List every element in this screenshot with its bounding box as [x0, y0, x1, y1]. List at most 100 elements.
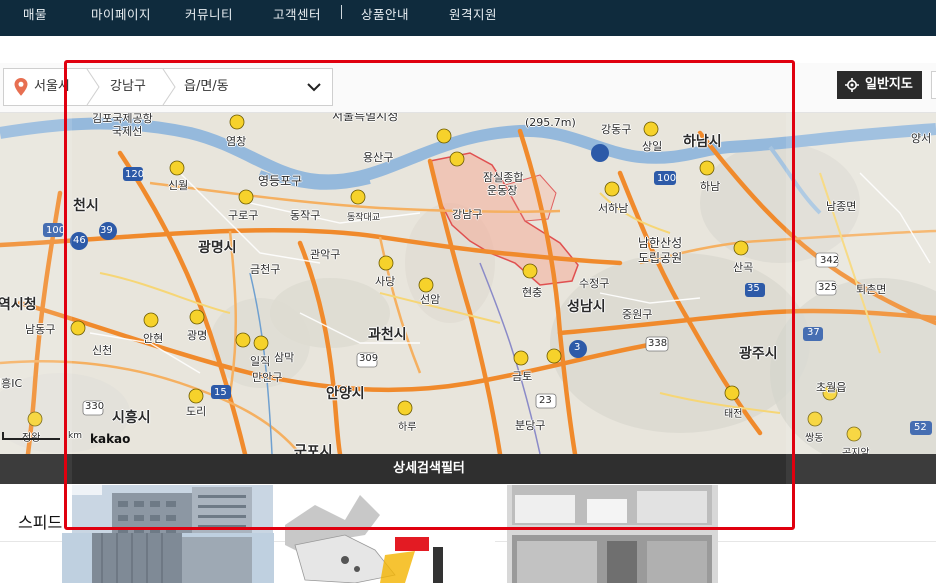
map-label: (295.7m) [525, 116, 576, 129]
map-label: 강남구 [452, 208, 483, 221]
map-label: 39 [100, 225, 113, 236]
map-label: 동작구 [290, 209, 321, 222]
map-label: 산곡 [733, 261, 754, 274]
map-label: 천시 [73, 198, 99, 214]
map-label: 남종면 [826, 200, 857, 213]
crumb-neighborhood[interactable]: 읍/면/동 [184, 69, 229, 105]
map-label: 시흥IC [0, 377, 23, 390]
map-label: 신천 [92, 344, 113, 357]
crumb-district[interactable]: 강남구 [110, 69, 146, 105]
site-map-image [285, 485, 495, 583]
map-label: 중원구 [622, 308, 653, 321]
map-label: 태전 [724, 409, 743, 420]
map-label: 서하남 [598, 202, 629, 215]
chevron-right-icon [162, 69, 176, 105]
page: { "topnav": { "items": ["매물", "마이페이지", "… [0, 0, 936, 583]
map-label: 용산구 [363, 151, 394, 164]
map-scale-label: km [68, 431, 82, 441]
map-label: 곤지암 [842, 448, 870, 454]
map-label: 100 [46, 225, 66, 236]
nav-item-listings[interactable]: 매물 [23, 4, 47, 23]
building-image [62, 533, 274, 583]
map-view[interactable]: 김포국제공항 국제선 서울특별시청 (295.7m) 강동구 하남시 양서 염창… [0, 113, 936, 454]
chevron-down-icon[interactable] [306, 80, 322, 94]
map-label: 역시청 [0, 297, 37, 313]
map-label: 37 [807, 327, 820, 338]
map-label: 도립공원 [638, 251, 683, 265]
map-label: 과천시 [368, 327, 407, 343]
map-label: 시흥시 [112, 410, 151, 426]
map-label: 광명시 [198, 240, 237, 256]
map-label: 하루 [398, 422, 417, 433]
region-filter-bar: 서울시 강남구 읍/면/동 일반지도 [0, 63, 936, 113]
map-canvas [0, 113, 936, 454]
nav-item-products[interactable]: 상품안내 [361, 4, 409, 23]
map-label: 서울특별시청 [332, 113, 399, 123]
map-label: 관악구 [310, 248, 341, 261]
chevron-right-icon [86, 69, 100, 105]
map-label: 23 [539, 395, 552, 406]
map-label: 광명 [187, 329, 208, 342]
secondary-map-button[interactable] [931, 71, 936, 99]
map-label: 3 [574, 342, 581, 353]
map-label: 도리 [186, 405, 207, 418]
crumb-city[interactable]: 서울시 [34, 69, 70, 105]
map-label: 염창 [226, 135, 247, 148]
map-label: 수정구 [579, 277, 610, 290]
map-label: 분당구 [515, 419, 546, 432]
speed-section-title: 스피드 [18, 513, 63, 532]
nav-divider [341, 5, 342, 19]
listing-thumbnail[interactable] [507, 485, 718, 583]
map-label: 안양시 [326, 386, 365, 402]
map-label: 15 [214, 387, 227, 398]
map-label: 330 [85, 401, 105, 412]
map-label: 120 [125, 169, 145, 180]
nav-item-remote-support[interactable]: 원격지원 [449, 4, 497, 23]
map-label: 100 [657, 173, 677, 184]
map-label: 하남 [700, 180, 721, 193]
map-label: 초월읍 [816, 381, 847, 394]
map-label: 군포시 [294, 444, 333, 454]
map-type-button[interactable]: 일반지도 [837, 71, 922, 99]
map-label: 선암 [420, 293, 441, 306]
map-label: 46 [73, 235, 86, 246]
map-label: 신월 [168, 179, 189, 192]
map-label: 325 [818, 282, 838, 293]
location-pin-icon [14, 78, 28, 96]
map-scale-bar [2, 432, 60, 440]
map-label: 금천구 [250, 263, 281, 276]
nav-item-community[interactable]: 커뮤니티 [185, 4, 233, 23]
map-label: 현충 [522, 286, 543, 299]
map-label: 삼막 [274, 351, 295, 364]
map-label: 성남시 [567, 299, 606, 315]
map-label: 52 [914, 422, 927, 433]
map-label: 양서 [911, 132, 932, 145]
kakao-logo[interactable]: kakao [90, 432, 130, 446]
map-label: 영등포구 [258, 174, 303, 188]
map-label: 운동장 [487, 184, 518, 197]
detailed-search-filter-button[interactable]: 상세검색필터 [72, 454, 786, 484]
map-label: 쌍동 [805, 433, 824, 444]
map-label: 하남시 [683, 134, 722, 150]
nav-item-mypage[interactable]: 마이페이지 [91, 4, 151, 23]
top-nav: 매물 마이페이지 커뮤니티 고객센터 상품안내 원격지원 [0, 0, 936, 36]
map-label: 사당 [375, 275, 396, 288]
map-label: 퇴촌면 [856, 283, 887, 296]
region-selector[interactable]: 서울시 강남구 읍/면/동 [3, 68, 333, 106]
map-label: 남동구 [25, 323, 56, 336]
listing-thumbnail[interactable] [62, 533, 274, 583]
map-label: 안현 [143, 332, 164, 345]
map-label: 상일 [642, 140, 663, 153]
map-label: 구로구 [228, 209, 259, 222]
listing-thumbnail[interactable] [285, 485, 495, 583]
interior-image [507, 485, 718, 583]
map-label: 광주시 [739, 346, 778, 362]
map-label: 만안구 [252, 371, 283, 384]
map-type-label: 일반지도 [865, 77, 913, 92]
map-label: 338 [648, 338, 668, 349]
nav-item-customer-center[interactable]: 고객센터 [273, 4, 321, 23]
map-label: 동작대교 [347, 213, 381, 223]
map-label: 강동구 [601, 123, 632, 136]
map-label: 309 [359, 353, 379, 364]
map-label: 일직 [250, 355, 271, 368]
